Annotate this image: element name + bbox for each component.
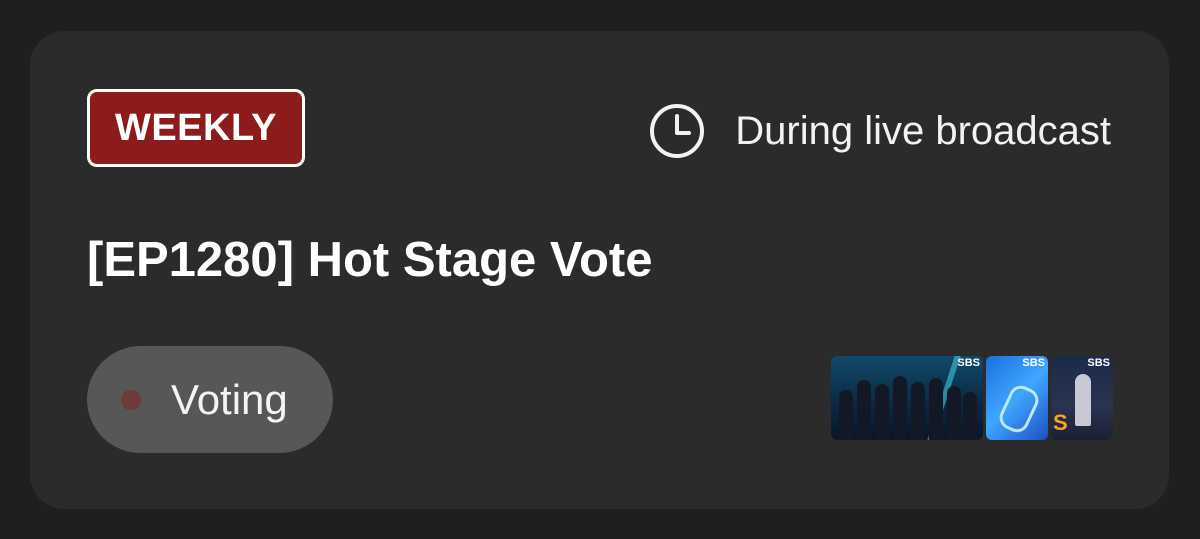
candidate-thumbnail[interactable]: S SBS: [1051, 356, 1113, 440]
stage-graphic: [995, 381, 1043, 437]
sbs-watermark: SBS: [1087, 357, 1110, 369]
logo-graphic: S: [1053, 410, 1068, 435]
status-dot-icon: [121, 389, 141, 410]
clock-icon: [650, 104, 705, 158]
schedule-info: During live broadcast: [649, 103, 1111, 159]
candidate-thumbnail[interactable]: SBS: [831, 356, 983, 440]
vote-card[interactable]: WEEKLY During live broadcast [EP1280] Ho…: [30, 31, 1169, 509]
voting-status-button[interactable]: Voting: [87, 346, 333, 453]
vote-title: [EP1280] Hot Stage Vote: [87, 233, 653, 287]
sbs-watermark: SBS: [1022, 357, 1045, 369]
weekly-badge: WEEKLY: [87, 89, 305, 167]
candidate-thumbnails[interactable]: SBS SBS S SBS: [831, 356, 1113, 440]
status-label: Voting: [171, 375, 288, 423]
performer-graphic: [1075, 374, 1091, 426]
sbs-watermark: SBS: [957, 357, 980, 369]
schedule-text: During live broadcast: [735, 108, 1111, 153]
candidate-thumbnail[interactable]: SBS: [986, 356, 1048, 440]
